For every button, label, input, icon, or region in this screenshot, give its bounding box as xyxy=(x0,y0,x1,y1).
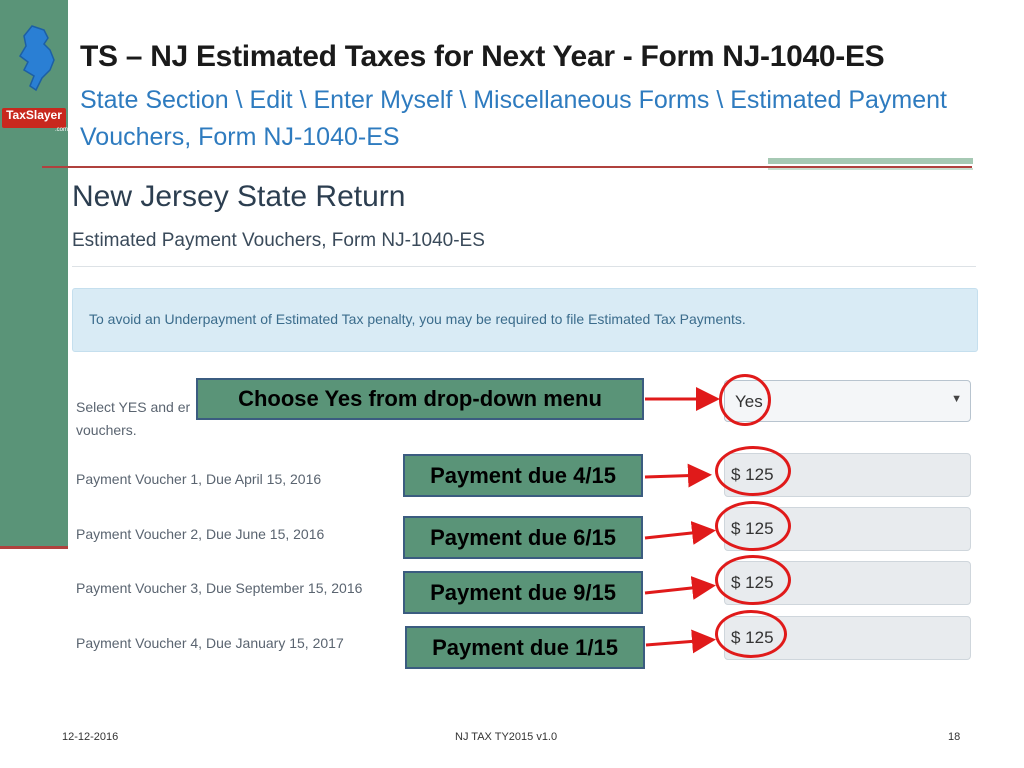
callout-arrows xyxy=(644,387,720,654)
highlight-circle-2 xyxy=(715,501,791,551)
footer-date: 12-12-2016 xyxy=(62,731,119,743)
highlight-circle-select xyxy=(719,374,771,426)
arrow-payment-3 xyxy=(644,575,716,600)
highlight-circle-4 xyxy=(715,610,787,658)
footer-center: NJ TAX TY2015 v1.0 xyxy=(455,731,558,743)
arrow-payment-4 xyxy=(645,629,716,654)
highlight-circle-1 xyxy=(715,446,791,496)
arrow-payment-2 xyxy=(644,520,716,545)
page-number: 18 xyxy=(948,731,961,743)
arrow-payment-1 xyxy=(644,463,712,488)
highlight-circle-3 xyxy=(715,555,791,605)
